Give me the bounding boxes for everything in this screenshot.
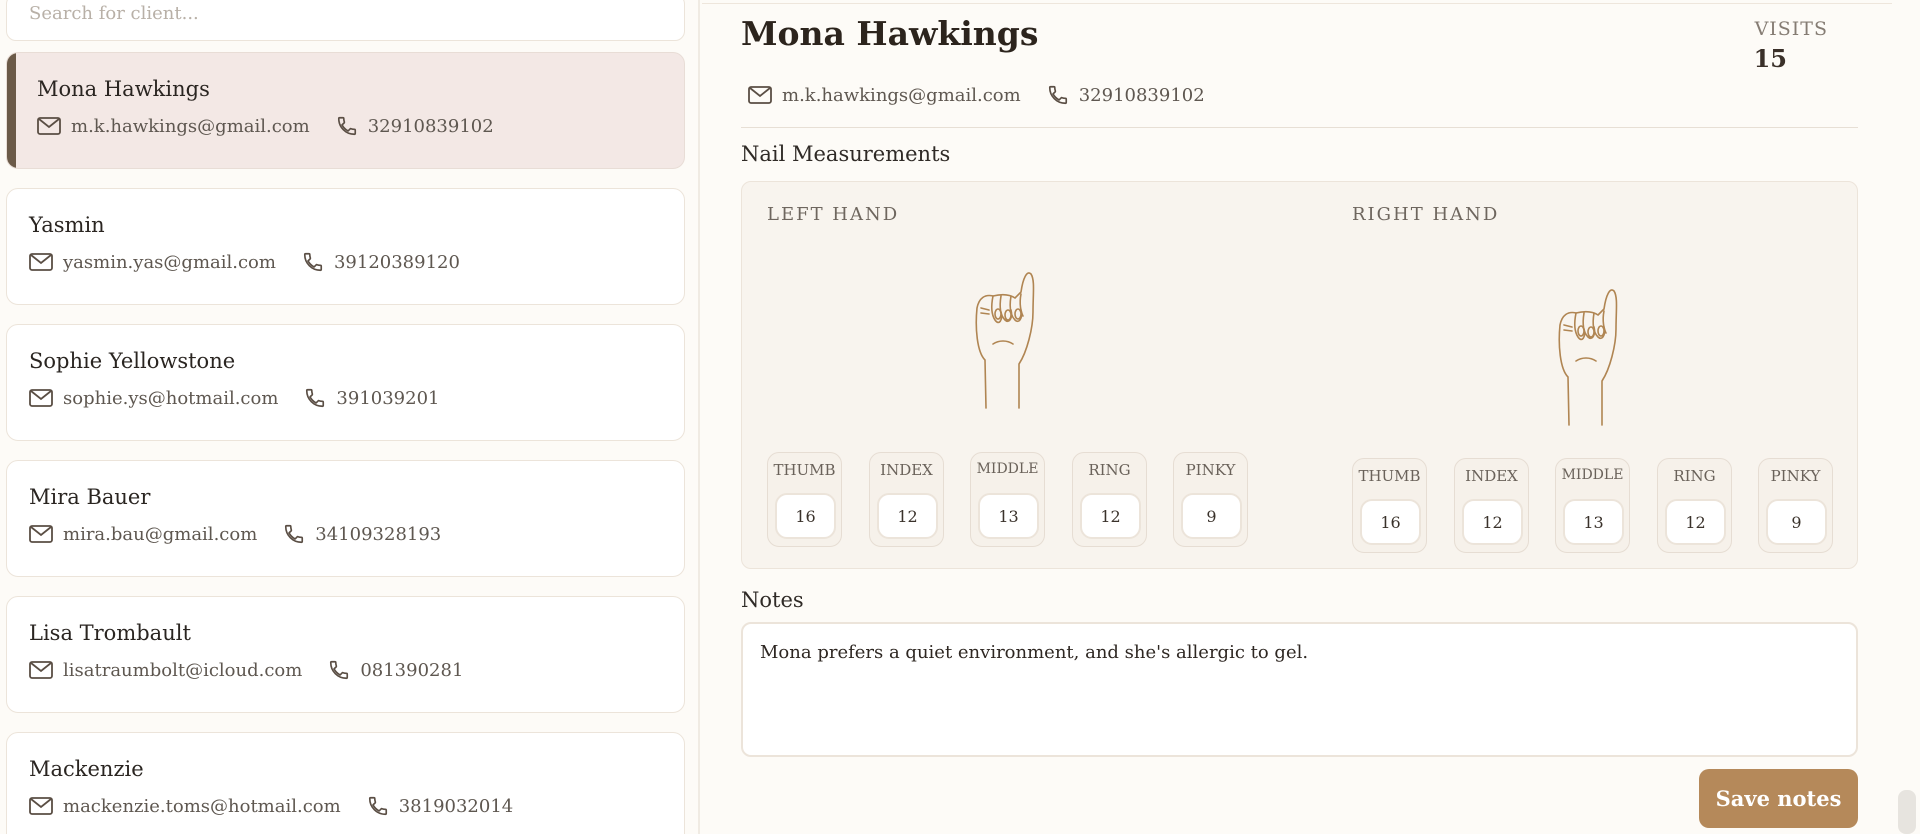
client-name: Mona Hawkings [37,77,210,101]
phone-icon [330,660,349,680]
client-email: sophie.ys@hotmail.com [63,387,279,409]
left-pinky-field: PINKY [1173,452,1248,547]
client-card-1[interactable]: Yasmin yasmin.yas@gmail.com 39120389120 [6,188,685,305]
left-ring-input[interactable] [1080,493,1141,539]
client-phone: 081390281 [360,659,464,681]
right-thumb-input[interactable] [1360,499,1421,545]
right-middle-field: MIDDLE [1555,458,1630,553]
right-index-field: INDEX [1454,458,1529,553]
mail-icon [29,661,53,679]
left-middle-field: MIDDLE [970,452,1045,547]
scrollbar-thumb[interactable] [1898,790,1916,834]
client-name: Lisa Trombault [29,621,191,645]
client-name: Mira Bauer [29,485,151,509]
finger-label: THUMB [1358,467,1421,485]
mail-icon [29,389,53,407]
visits-label: VISITS [1754,18,1828,40]
client-phone: 3819032014 [398,795,514,817]
client-name: Sophie Yellowstone [29,349,236,373]
client-phone: 34109328193 [315,523,442,545]
finger-label: MIDDLE [976,461,1039,477]
left-thumb-field: THUMB [767,452,842,547]
client-card-5[interactable]: Mackenzie mackenzie.toms@hotmail.com 381… [6,732,685,834]
right-ring-field: RING [1657,458,1732,553]
finger-label: MIDDLE [1561,467,1624,483]
phone-icon [285,524,304,544]
detail-contact: m.k.hawkings@gmail.com 32910839102 [748,84,1231,106]
client-email: mira.bau@gmail.com [63,523,258,545]
notes-textarea[interactable]: Mona prefers a quiet environment, and sh… [741,622,1858,757]
client-email: lisatraumbolt@icloud.com [63,659,303,681]
client-contact: lisatraumbolt@icloud.com 081390281 [29,659,489,681]
phone-icon [368,796,387,816]
search-box[interactable] [6,0,685,41]
search-input[interactable] [29,3,662,24]
notes-title: Notes [741,588,804,612]
right-pinky-field: PINKY [1758,458,1833,553]
phone-icon [306,388,325,408]
mail-icon [748,86,772,104]
client-email: mackenzie.toms@hotmail.com [63,795,341,817]
detail-email: m.k.hawkings@gmail.com [782,84,1021,106]
left-hand-illustration [975,272,1035,409]
client-detail-panel: Mona Hawkings m.k.hawkings@gmail.com 329… [702,0,1892,834]
right-middle-input[interactable] [1563,499,1624,545]
phone-icon [303,252,323,272]
right-pinky-input[interactable] [1766,499,1827,545]
mail-icon [37,117,61,135]
client-phone: 391039201 [336,387,440,409]
phone-icon [337,116,356,136]
left-index-field: INDEX [869,452,944,547]
right-ring-input[interactable] [1665,499,1726,545]
finger-label: INDEX [1465,467,1518,485]
client-card-0[interactable]: Mona Hawkings m.k.hawkings@gmail.com 329… [6,52,685,169]
left-index-input[interactable] [877,493,938,539]
detail-phone: 32910839102 [1078,84,1205,106]
finger-label: PINKY [1185,461,1236,479]
save-notes-button[interactable]: Save notes [1699,769,1858,828]
client-card-3[interactable]: Mira Bauer mira.bau@gmail.com 3410932819… [6,460,685,577]
right-index-input[interactable] [1462,499,1523,545]
left-ring-field: RING [1072,452,1147,547]
visits-count: 15 [1753,44,1787,73]
client-card-2[interactable]: Sophie Yellowstone sophie.ys@hotmail.com… [6,324,685,441]
right-thumb-field: THUMB [1352,458,1427,553]
nail-measurements-title: Nail Measurements [741,142,951,166]
mail-icon [29,797,53,815]
finger-label: INDEX [880,461,933,479]
nail-measurements-box: LEFT HAND RIGHT HAND THUMB 16 INDEX 12 M… [741,181,1858,569]
client-contact: m.k.hawkings@gmail.com 32910839102 [37,115,520,137]
right-hand-label: RIGHT HAND [1352,204,1500,225]
client-phone: 39120389120 [333,251,460,273]
client-name: Yasmin [29,213,105,237]
client-contact: sophie.ys@hotmail.com 391039201 [29,387,466,409]
left-hand-label: LEFT HAND [767,204,900,225]
client-name: Mackenzie [29,757,144,781]
finger-label: RING [1673,467,1716,485]
mail-icon [29,253,53,271]
client-phone: 32910839102 [367,115,494,137]
right-hand-illustration [1558,289,1618,426]
client-contact: yasmin.yas@gmail.com 39120389120 [29,251,486,273]
phone-icon [1048,85,1067,105]
client-contact: mira.bau@gmail.com 34109328193 [29,523,467,545]
left-thumb-input[interactable] [775,493,836,539]
finger-label: THUMB [773,461,836,479]
client-list-panel: Mona Hawkings m.k.hawkings@gmail.com 329… [0,0,700,834]
client-email: yasmin.yas@gmail.com [63,251,276,273]
left-middle-input[interactable] [978,493,1039,539]
finger-label: PINKY [1770,467,1821,485]
mail-icon [29,525,53,543]
divider [741,127,1858,128]
detail-client-name: Mona Hawkings [741,14,1039,53]
client-card-4[interactable]: Lisa Trombault lisatraumbolt@icloud.com … [6,596,685,713]
client-email: m.k.hawkings@gmail.com [71,115,310,137]
client-contact: mackenzie.toms@hotmail.com 3819032014 [29,795,539,817]
finger-label: RING [1088,461,1131,479]
left-pinky-input[interactable] [1181,493,1242,539]
scrollbar[interactable] [1892,0,1920,834]
top-border [702,3,1892,4]
